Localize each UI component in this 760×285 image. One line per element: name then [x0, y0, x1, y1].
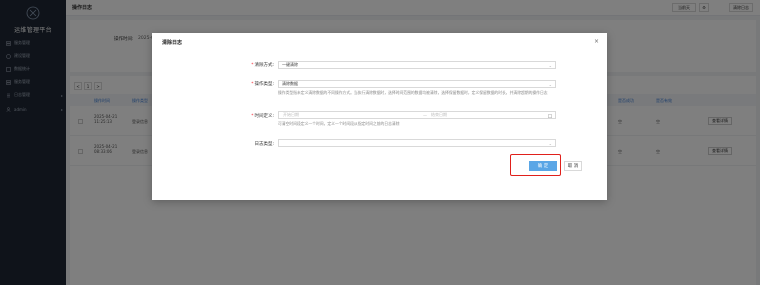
- close-icon[interactable]: ×: [594, 38, 599, 45]
- log-type-select[interactable]: ⌄: [278, 139, 556, 147]
- end-date-input[interactable]: 结束日期: [431, 112, 447, 118]
- chevron-down-icon: ⌄: [548, 140, 552, 146]
- confirm-button[interactable]: 确 定: [529, 161, 557, 171]
- op-type-select[interactable]: 清除数据 ⌄: [278, 80, 556, 88]
- chevron-down-icon: ⌄: [548, 81, 552, 87]
- log-type-label: 日志类型:: [254, 142, 274, 147]
- date-range-separator: —: [423, 112, 427, 118]
- dialog-title: 清除日志: [162, 40, 183, 46]
- time-label: *时间定义:: [251, 114, 274, 119]
- chevron-down-icon: ⌄: [548, 62, 552, 68]
- start-date-input[interactable]: 开始日期: [283, 112, 299, 118]
- cancel-button[interactable]: 取 消: [564, 161, 582, 171]
- method-value: 一键清除: [282, 62, 298, 67]
- method-label: *清除方式:: [251, 63, 274, 68]
- time-help: 可清空时间段定义一个时间，定义一个时间段从指定时间之前的日志清除: [278, 121, 400, 126]
- op-type-value: 清除数据: [282, 81, 298, 86]
- calendar-icon: [548, 113, 552, 118]
- date-range-picker[interactable]: 开始日期 — 结束日期: [278, 111, 556, 119]
- op-type-label: *操作类型:: [251, 82, 274, 87]
- op-type-help: 操作类型指未定义清除数据的不同操作方式。当执行清除数据时，选择时间范围的数据均被…: [278, 90, 548, 95]
- clear-log-dialog: 清除日志 × *清除方式: 一键清除 ⌄ *操作类型: 清除数据 ⌄ 操作类型指…: [152, 33, 607, 200]
- method-select[interactable]: 一键清除 ⌄: [278, 61, 556, 69]
